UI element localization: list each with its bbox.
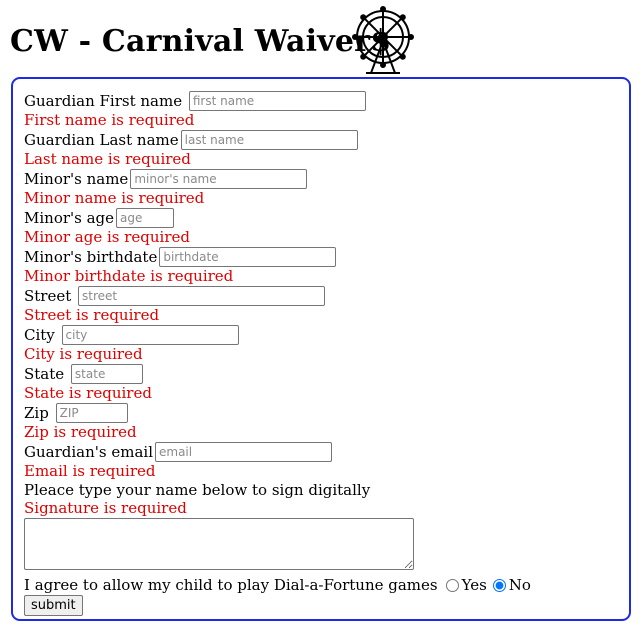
form-fields: Guardian First name First name is requir… bbox=[24, 91, 629, 481]
agree-label: I agree to allow my child to play Dial-a… bbox=[24, 576, 438, 594]
field-error: First name is required bbox=[24, 111, 195, 129]
field-error: Street is required bbox=[24, 306, 160, 324]
field-error: State is required bbox=[24, 384, 152, 402]
field-input[interactable] bbox=[61, 325, 239, 345]
field-label: Guardian Last name bbox=[24, 131, 179, 149]
field-label: Minor's age bbox=[24, 209, 115, 227]
agree-yes-label[interactable]: Yes bbox=[462, 576, 487, 594]
submit-button[interactable]: submit bbox=[24, 595, 83, 616]
field-error: Email is required bbox=[24, 462, 156, 480]
field-error: City is required bbox=[24, 345, 143, 363]
field-input[interactable] bbox=[55, 403, 128, 423]
form-row: State bbox=[24, 364, 629, 384]
field-input[interactable] bbox=[78, 286, 326, 306]
field-label: Street bbox=[24, 287, 77, 305]
field-input[interactable] bbox=[130, 169, 308, 189]
agree-row: I agree to allow my child to play Dial-a… bbox=[24, 576, 629, 594]
field-label: Guardian First name bbox=[24, 92, 187, 110]
field-error: Minor name is required bbox=[24, 189, 205, 207]
field-label: Zip bbox=[24, 404, 54, 422]
form-row: City bbox=[24, 325, 629, 345]
field-error: Minor birthdate is required bbox=[24, 267, 234, 285]
signature-prompt: Pleace type your name below to sign digi… bbox=[24, 481, 371, 499]
agree-no-label[interactable]: No bbox=[509, 576, 531, 594]
field-error: Zip is required bbox=[24, 423, 137, 441]
field-error: Last name is required bbox=[24, 150, 191, 168]
field-label: Minor's name bbox=[24, 170, 129, 188]
form-row: Minor's age bbox=[24, 208, 629, 228]
agree-yes-radio[interactable] bbox=[445, 578, 459, 592]
field-label: Guardian's email bbox=[24, 443, 153, 461]
ferris-wheel-icon bbox=[352, 6, 414, 74]
field-error: Minor age is required bbox=[24, 228, 190, 246]
field-label: Minor's birthdate bbox=[24, 248, 158, 266]
form-row: Guardian's email bbox=[24, 442, 629, 462]
form-row: Minor's birthdate bbox=[24, 247, 629, 267]
field-input[interactable] bbox=[188, 91, 366, 111]
field-input[interactable] bbox=[159, 247, 337, 267]
field-label: City bbox=[24, 326, 60, 344]
agree-no-radio[interactable] bbox=[492, 578, 506, 592]
field-input[interactable] bbox=[116, 208, 175, 228]
field-label: State bbox=[24, 365, 69, 383]
page-title: CW - Carnival Waiver$ bbox=[10, 24, 392, 59]
field-input[interactable] bbox=[70, 364, 143, 384]
field-input[interactable] bbox=[180, 130, 358, 150]
form-row: Guardian Last name bbox=[24, 130, 629, 150]
signature-textarea[interactable] bbox=[24, 518, 414, 570]
waiver-form: Guardian First name First name is requir… bbox=[11, 77, 631, 621]
form-row: Guardian First name bbox=[24, 91, 629, 111]
form-row: Zip bbox=[24, 403, 629, 423]
form-row: Minor's name bbox=[24, 169, 629, 189]
field-input[interactable] bbox=[155, 442, 332, 462]
form-row: Street bbox=[24, 286, 629, 306]
page-header: CW - Carnival Waiver$ bbox=[0, 0, 641, 76]
signature-error: Signature is required bbox=[24, 499, 187, 517]
